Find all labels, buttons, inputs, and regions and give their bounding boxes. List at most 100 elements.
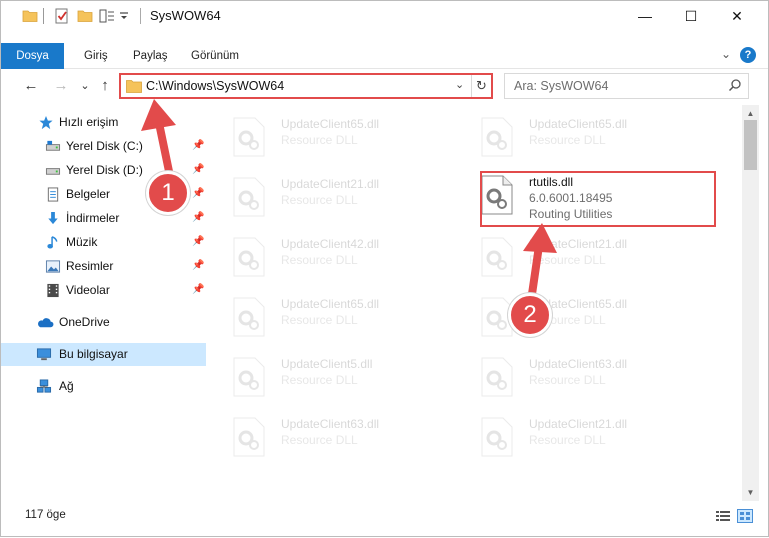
file-name: UpdateClient42.dll [281, 237, 380, 251]
ribbon-expand-icon[interactable]: ⌄ [721, 47, 731, 61]
pin-icon[interactable]: 📌 [192, 188, 204, 199]
file-item[interactable]: UpdateClient42.dll Resource DLL [209, 231, 449, 287]
file-name: UpdateClient5.dll [281, 357, 373, 371]
dll-file-icon [233, 357, 265, 397]
dll-file-icon [481, 417, 513, 457]
sidebar-item-label: Yerel Disk (D:) [66, 163, 143, 177]
dll-file-icon [481, 357, 513, 397]
file-item[interactable]: UpdateClient63.dll Resource DLL [209, 411, 449, 467]
file-description: Resource DLL [529, 373, 606, 387]
videos-icon [47, 283, 59, 298]
callout-badge-1: 1 [146, 171, 190, 215]
up-button[interactable]: ↑ [95, 75, 115, 97]
sidebar-item-videos[interactable]: Videolar 📌 [1, 279, 206, 302]
pin-icon[interactable]: 📌 [192, 284, 204, 295]
sidebar-item-this-pc[interactable]: Bu bilgisayar [1, 343, 206, 366]
drive-icon [45, 140, 61, 151]
customize-icon[interactable] [99, 8, 115, 24]
pin-icon[interactable]: 📌 [192, 260, 204, 271]
search-icon[interactable] [728, 78, 742, 92]
address-path[interactable]: C:\Windows\SysWOW64 [146, 79, 284, 93]
pin-icon[interactable]: 📌 [192, 212, 204, 223]
navigation-bar: ← → ⌄ ↑ C:\Windows\SysWOW64 ⌄ ↻ Ara: Sys… [1, 71, 768, 101]
quick-access-dropdown-icon[interactable] [119, 8, 129, 24]
forward-button[interactable]: → [51, 75, 71, 97]
file-description: Resource DLL [281, 193, 358, 207]
toolbar-separator [43, 8, 44, 24]
sidebar-item-network[interactable]: Ağ [1, 375, 206, 398]
file-item[interactable]: UpdateClient65.dll Resource DLL [457, 111, 697, 167]
callout-badge-2: 2 [508, 293, 552, 337]
dll-file-icon [233, 117, 265, 157]
sidebar-item-local-disk-c[interactable]: Yerel Disk (C:) 📌 [1, 135, 206, 158]
sidebar-item-label: İndirmeler [66, 211, 120, 225]
file-list: UpdateClient65.dll Resource DLL UpdateCl… [209, 105, 742, 501]
sidebar-item-label: Belgeler [66, 187, 111, 201]
sidebar-item-onedrive[interactable]: OneDrive [1, 311, 206, 334]
scroll-thumb[interactable] [744, 120, 757, 170]
close-button[interactable]: ✕ [714, 1, 760, 31]
back-button[interactable]: ← [21, 75, 41, 97]
tab-share[interactable]: Paylaş [133, 43, 168, 69]
pictures-icon [45, 260, 61, 273]
minimize-button[interactable]: — [622, 1, 668, 31]
title-separator [140, 8, 141, 24]
search-box[interactable]: Ara: SysWOW64 [504, 73, 749, 99]
file-description: Resource DLL [281, 313, 358, 327]
details-view-icon[interactable] [715, 509, 731, 523]
file-item[interactable]: UpdateClient5.dll Resource DLL [209, 351, 449, 407]
sidebar-item-label: Videolar [66, 283, 110, 297]
ribbon-tabs: Dosya Giriş Paylaş Görünüm ⌄ ? [1, 43, 768, 69]
address-dropdown-icon[interactable]: ⌄ [455, 78, 464, 91]
maximize-button[interactable]: ☐ [668, 1, 714, 31]
highlight-box [480, 171, 716, 227]
sidebar-item-label: Resimler [66, 259, 114, 273]
file-description: Resource DLL [529, 133, 606, 147]
file-item[interactable]: UpdateClient21.dll Resource DLL [457, 411, 697, 467]
file-item[interactable]: UpdateClient21.dll Resource DLL [209, 171, 449, 227]
file-description: Resource DLL [529, 253, 606, 267]
new-folder-icon[interactable] [77, 8, 93, 24]
file-item[interactable]: UpdateClient65.dll Resource DLL [209, 291, 449, 347]
pin-icon[interactable]: 📌 [192, 164, 204, 175]
pin-icon[interactable]: 📌 [192, 140, 204, 151]
sidebar-item-quick-access[interactable]: Hızlı erişim [1, 111, 206, 134]
file-item[interactable]: UpdateClient63.dll Resource DLL [457, 351, 697, 407]
recent-locations-button[interactable]: ⌄ [75, 75, 95, 97]
title-bar: SysWOW64 — ☐ ✕ [1, 1, 768, 31]
refresh-button[interactable]: ↻ [471, 75, 491, 97]
dll-file-icon [481, 237, 513, 277]
file-description: Resource DLL [281, 373, 358, 387]
sidebar-item-label: Müzik [66, 235, 98, 249]
downloads-icon [48, 211, 58, 225]
search-input[interactable]: Ara: SysWOW64 [514, 79, 608, 93]
onedrive-icon [38, 318, 54, 328]
sidebar-item-music[interactable]: Müzik 📌 [1, 231, 206, 254]
dll-file-icon [233, 177, 265, 217]
pin-icon[interactable]: 📌 [192, 236, 204, 247]
tab-view[interactable]: Görünüm [191, 43, 239, 69]
tab-file[interactable]: Dosya [1, 43, 64, 69]
file-item[interactable]: UpdateClient65.dll Resource DLL [457, 291, 697, 347]
folder-icon [126, 80, 142, 93]
sidebar-item-label: Yerel Disk (C:) [66, 139, 143, 153]
file-name: UpdateClient65.dll [281, 297, 380, 311]
music-icon [47, 236, 58, 249]
large-icons-view-icon[interactable] [737, 509, 753, 523]
window-title: SysWOW64 [150, 8, 221, 23]
status-bar: 117 öge [1, 503, 768, 527]
help-icon[interactable]: ? [740, 47, 756, 63]
scroll-down-icon[interactable]: ▼ [742, 484, 759, 501]
dll-file-icon [233, 237, 265, 277]
properties-icon[interactable] [54, 8, 70, 24]
address-bar[interactable]: C:\Windows\SysWOW64 ⌄ ↻ [119, 73, 493, 99]
tab-home[interactable]: Giriş [84, 43, 108, 69]
file-item[interactable]: UpdateClient21.dll Resource DLL [457, 231, 697, 287]
dll-file-icon [481, 117, 513, 157]
file-item[interactable]: UpdateClient65.dll Resource DLL [209, 111, 449, 167]
sidebar-item-label: Bu bilgisayar [59, 347, 128, 361]
vertical-scrollbar[interactable]: ▲ ▼ [742, 105, 759, 501]
sidebar-item-pictures[interactable]: Resimler 📌 [1, 255, 206, 278]
dll-file-icon [233, 417, 265, 457]
sidebar-item-label: Ağ [59, 379, 74, 393]
